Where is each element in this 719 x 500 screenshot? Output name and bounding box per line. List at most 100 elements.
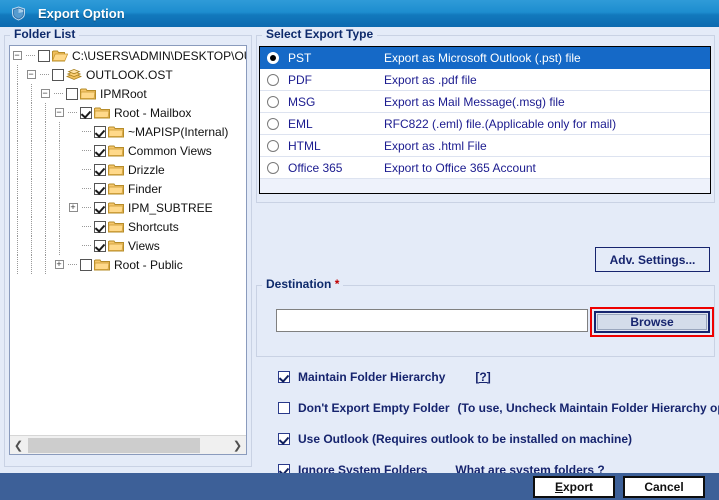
hscrollbar-track[interactable] <box>201 437 229 454</box>
tree-node-label: Common Views <box>128 143 212 158</box>
export-type-option[interactable]: PDF Export as .pdf file <box>260 69 710 91</box>
tree-node[interactable]: Common Views <box>10 141 246 160</box>
tree-node-checkbox[interactable] <box>94 144 106 157</box>
tree-node[interactable]: − C:\USERS\ADMIN\DESKTOP\OUTL( <box>10 46 246 65</box>
browse-button[interactable]: Browse <box>597 314 707 330</box>
tree-node-label: Drizzle <box>128 162 165 177</box>
export-type-description: Export as Microsoft Outlook (.pst) file <box>384 50 581 65</box>
tree-node-checkbox[interactable] <box>52 68 64 81</box>
collapse-icon[interactable]: − <box>24 65 38 84</box>
option-row[interactable]: Use Outlook (Requires outlook to be inst… <box>256 427 715 450</box>
expand-icon[interactable]: + <box>66 198 80 217</box>
tree-indent-guide <box>10 179 24 198</box>
radio-button-icon[interactable] <box>267 73 279 86</box>
tree-node-checkbox[interactable] <box>94 201 106 214</box>
folder-tree[interactable]: − C:\USERS\ADMIN\DESKTOP\OUTL( − OUTLOOK.OS… <box>10 46 246 435</box>
tree-node-spacer <box>66 122 80 141</box>
tree-connector <box>66 103 80 122</box>
tree-node[interactable]: − Root - Mailbox <box>10 103 246 122</box>
export-type-option[interactable]: HTML Export as .html File <box>260 135 710 157</box>
tree-node[interactable]: Views <box>10 236 246 255</box>
shield-icon <box>6 6 30 21</box>
tree-node-checkbox[interactable] <box>94 125 106 138</box>
expand-icon[interactable]: + <box>52 255 66 274</box>
export-type-option[interactable]: PST Export as Microsoft Outlook (.pst) fi… <box>260 47 710 69</box>
tree-node-checkbox[interactable] <box>38 49 50 62</box>
tree-indent-guide <box>38 255 52 274</box>
tree-connector <box>52 84 66 103</box>
export-type-description: Export as .pdf file <box>384 72 477 87</box>
option-checkbox[interactable] <box>278 370 290 383</box>
export-type-description: Export to Office 365 Account <box>384 160 536 175</box>
tree-node-label: IPMRoot <box>100 86 147 101</box>
collapse-icon[interactable]: − <box>38 84 52 103</box>
tree-node-label: C:\USERS\ADMIN\DESKTOP\OUTL( <box>72 48 246 63</box>
help-link[interactable]: [?] <box>475 370 490 384</box>
adv-settings-button[interactable]: Adv. Settings... <box>595 247 710 272</box>
radio-button-icon[interactable] <box>267 51 279 64</box>
tree-indent-guide <box>38 122 52 141</box>
collapse-icon[interactable]: − <box>52 103 66 122</box>
tree-node-label: ~MAPISP(Internal) <box>128 124 229 139</box>
export-button[interactable]: Export <box>533 476 615 498</box>
tree-node-checkbox[interactable] <box>94 182 106 195</box>
tree-node-checkbox[interactable] <box>66 87 78 100</box>
tree-node[interactable]: Drizzle <box>10 160 246 179</box>
tree-node[interactable]: + IPM_SUBTREE <box>10 198 246 217</box>
tree-node-checkbox[interactable] <box>80 106 92 119</box>
tree-node[interactable]: + Root - Public <box>10 255 246 274</box>
tree-node[interactable]: − IPMRoot <box>10 84 246 103</box>
radio-button-icon[interactable] <box>267 139 279 152</box>
radio-button-icon[interactable] <box>267 117 279 130</box>
export-type-legend: Select Export Type <box>262 27 378 41</box>
export-button-mnemonic: E <box>554 480 563 494</box>
tree-node[interactable]: Finder <box>10 179 246 198</box>
export-type-option[interactable]: EML RFC822 (.eml) file.(Applicable only f… <box>260 113 710 135</box>
collapse-icon[interactable]: − <box>10 46 24 65</box>
folder-icon <box>108 144 124 157</box>
tree-connector <box>80 179 94 198</box>
tree-node-checkbox[interactable] <box>94 220 106 233</box>
tree-node[interactable]: − OUTLOOK.OST <box>10 65 246 84</box>
radio-button-icon[interactable] <box>267 161 279 174</box>
destination-path-input[interactable] <box>276 309 588 332</box>
export-type-description: Export as .html File <box>384 138 487 153</box>
tree-node-spacer <box>66 141 80 160</box>
option-row[interactable]: Maintain Folder Hierarchy [?] <box>256 365 715 388</box>
export-type-list[interactable]: PST Export as Microsoft Outlook (.pst) fi… <box>259 46 711 194</box>
tree-indent-guide <box>38 103 52 122</box>
tree-connector <box>80 160 94 179</box>
folder-tree-hscrollbar[interactable]: ❮ ❯ <box>10 435 246 454</box>
folder-list-legend: Folder List <box>10 27 80 41</box>
scroll-left-arrow-icon[interactable]: ❮ <box>10 437 27 454</box>
tree-connector <box>38 65 52 84</box>
tree-indent-guide <box>52 198 66 217</box>
tree-indent-guide <box>24 122 38 141</box>
export-type-option[interactable]: MSG Export as Mail Message(.msg) file <box>260 91 710 113</box>
option-checkbox[interactable] <box>278 432 290 445</box>
tree-node[interactable]: Shortcuts <box>10 217 246 236</box>
tree-connector <box>80 198 94 217</box>
open-folder-icon <box>52 49 68 62</box>
tree-node-checkbox[interactable] <box>80 258 92 271</box>
export-type-option[interactable]: Office 365 Export to Office 365 Account <box>260 157 710 179</box>
browse-button-focus-ring: Browse <box>594 311 710 333</box>
tree-indent-guide <box>10 217 24 236</box>
cancel-button[interactable]: Cancel <box>623 476 705 498</box>
folder-tree-box[interactable]: − C:\USERS\ADMIN\DESKTOP\OUTL( − OUTLOOK.OS… <box>9 45 247 455</box>
options-section: Maintain Folder Hierarchy [?] Don't Export… <box>256 365 719 477</box>
scroll-right-arrow-icon[interactable]: ❯ <box>229 437 246 454</box>
folder-list-group: Folder List − C:\USERS\ADMIN\DESKTOP\OUTL… <box>4 27 252 467</box>
tree-node-checkbox[interactable] <box>94 163 106 176</box>
tree-indent-guide <box>10 198 24 217</box>
hscrollbar-thumb[interactable] <box>28 437 200 453</box>
export-type-description: RFC822 (.eml) file.(Applicable only for … <box>384 116 617 131</box>
option-row[interactable]: Don't Export Empty Folder (To use, Unchec… <box>256 396 719 419</box>
option-checkbox[interactable] <box>278 401 290 414</box>
tree-indent-guide <box>10 103 24 122</box>
export-type-name: PST <box>288 50 312 65</box>
radio-button-icon[interactable] <box>267 95 279 108</box>
tree-node[interactable]: ~MAPISP(Internal) <box>10 122 246 141</box>
tree-node-checkbox[interactable] <box>94 239 106 252</box>
tree-indent-guide <box>24 179 38 198</box>
